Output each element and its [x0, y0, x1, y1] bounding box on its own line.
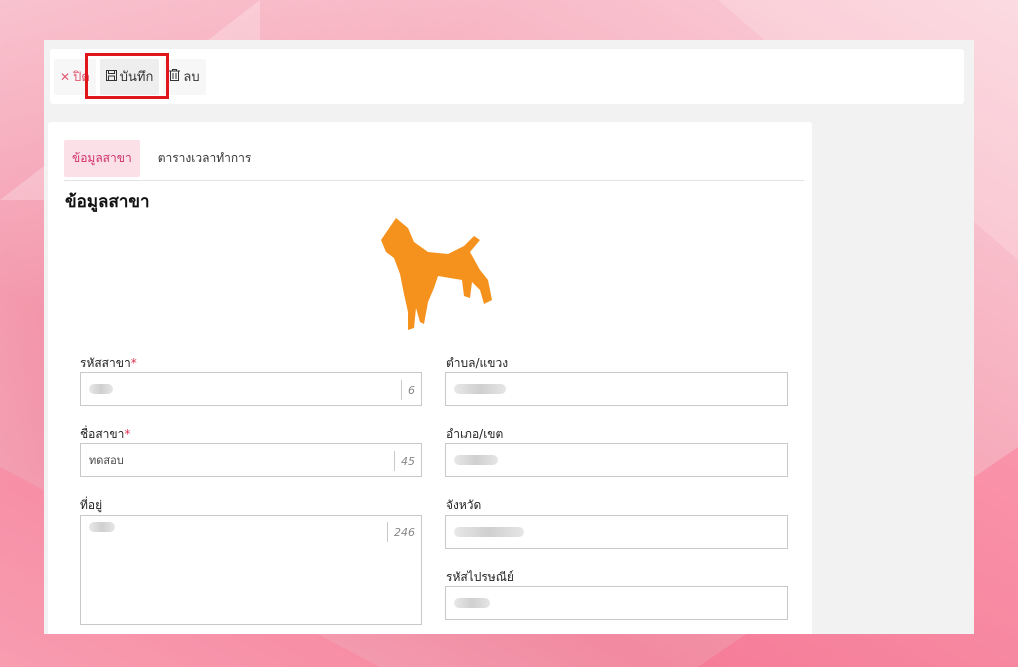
dog-logo-icon: [381, 218, 492, 330]
province-label: จังหวัด: [446, 498, 482, 512]
close-label: ปิด: [73, 70, 90, 85]
address-textarea[interactable]: 246: [80, 515, 422, 625]
close-icon: ✕: [60, 69, 71, 84]
postal-code-input[interactable]: [445, 586, 788, 620]
branch-form-card: ข้อมูลสาขา ตารางเวลาทำการ ข้อมูลสาขา รหั…: [48, 122, 812, 634]
redacted-value: [89, 384, 113, 394]
subdistrict-input[interactable]: [445, 372, 788, 406]
redacted-value: [454, 384, 506, 394]
tab-bar: ข้อมูลสาขา ตารางเวลาทำการ: [64, 136, 804, 181]
branch-name-value: ทดสอบ: [89, 454, 124, 467]
address-label: ที่อยู่: [80, 498, 103, 512]
tab-branch-info[interactable]: ข้อมูลสาขา: [64, 139, 140, 177]
branch-code-label-text: รหัสสาขา: [80, 356, 131, 370]
subdistrict-label: ตำบล/แขวง: [446, 356, 509, 370]
branch-code-input[interactable]: 6: [80, 372, 422, 406]
province-input[interactable]: [445, 515, 788, 549]
redacted-value: [454, 598, 490, 608]
section-title: ข้อมูลสาขา: [65, 192, 150, 212]
delete-label: ลบ: [183, 70, 200, 85]
branch-name-label: ชื่อสาขา*: [80, 425, 130, 444]
save-icon: [105, 69, 117, 84]
required-marker: *: [124, 427, 131, 441]
branch-name-input[interactable]: ทดสอบ 45: [80, 443, 422, 477]
char-counter: 246: [387, 522, 415, 542]
postal-code-label: รหัสไปรษณีย์: [446, 570, 514, 584]
close-button[interactable]: ✕ ปิด: [54, 58, 96, 95]
char-counter: 45: [394, 451, 415, 471]
redacted-value: [454, 455, 498, 465]
app-window: ✕ ปิด บันทึก ลบ ข้อมูลสาขา ตารางเวลาทำกา…: [44, 40, 974, 634]
redacted-value: [89, 522, 115, 532]
toolbar: ✕ ปิด บันทึก ลบ: [50, 49, 964, 104]
branch-name-label-text: ชื่อสาขา: [80, 427, 125, 441]
char-counter: 6: [401, 380, 415, 400]
redacted-value: [454, 527, 524, 537]
required-marker: *: [130, 356, 137, 370]
delete-button[interactable]: ลบ: [163, 58, 206, 95]
save-button[interactable]: บันทึก: [99, 58, 160, 95]
branch-code-label: รหัสสาขา*: [80, 354, 137, 373]
save-label: บันทึก: [119, 70, 154, 85]
district-label: อำเภอ/เขต: [446, 427, 504, 441]
trash-icon: [169, 69, 181, 84]
tab-business-hours[interactable]: ตารางเวลาทำการ: [150, 140, 260, 177]
district-input[interactable]: [445, 443, 788, 477]
